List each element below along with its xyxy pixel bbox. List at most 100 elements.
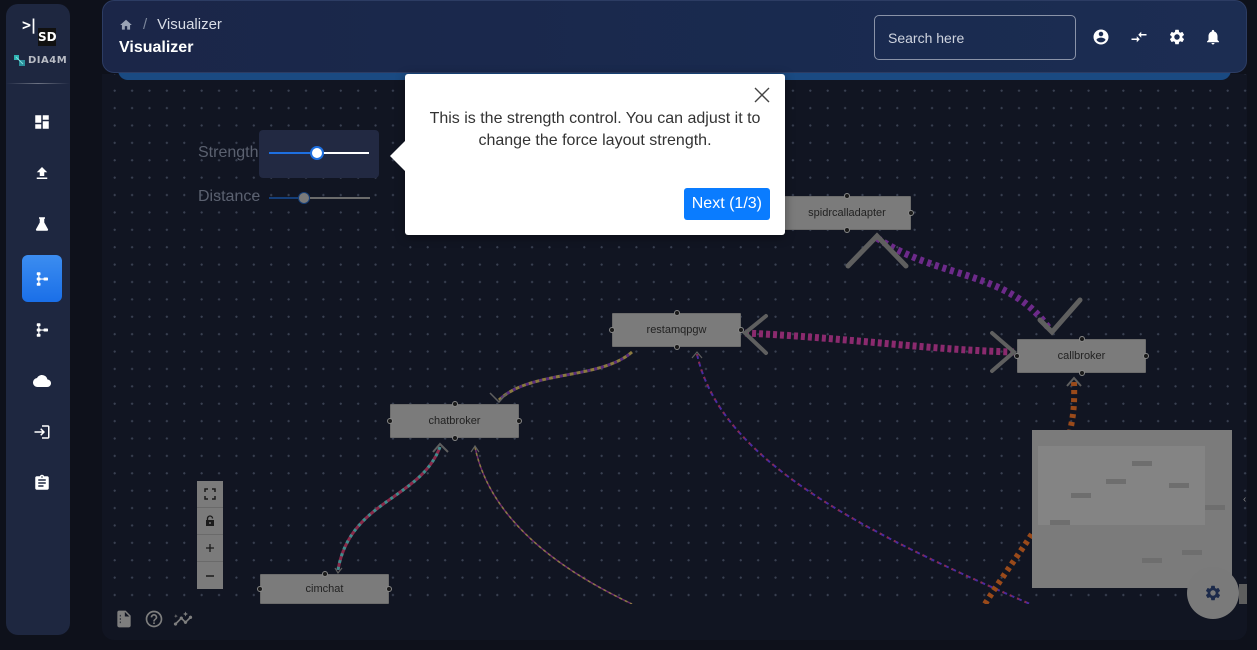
help-button[interactable] (144, 609, 164, 629)
minimap-node (1132, 461, 1152, 466)
zoom-in-icon (206, 544, 214, 552)
canvas-footer (102, 604, 1247, 640)
minimap[interactable] (1032, 430, 1232, 588)
graph-node-restamqpgw[interactable]: restamqpgw (609, 310, 744, 350)
sidebar-item-topology[interactable] (22, 306, 62, 353)
sidebar-toggle-icon[interactable]: >| (22, 16, 38, 34)
logo: >| SD DIA4M (6, 4, 70, 82)
lock-icon (206, 515, 214, 526)
fit-view-button[interactable] (197, 481, 223, 508)
node-handle-top[interactable] (844, 193, 850, 199)
sidebar-divider (6, 83, 70, 84)
node-handle-left[interactable] (609, 327, 615, 333)
minimap-node (1205, 505, 1225, 510)
sidebar-item-visualizer[interactable] (22, 255, 62, 302)
node-handle-right[interactable] (1143, 353, 1149, 359)
breadcrumb-current: Visualizer (157, 16, 222, 33)
document-button[interactable] (114, 609, 134, 629)
document-icon (117, 610, 131, 628)
node-handle-left[interactable] (257, 586, 263, 592)
node-handle-right[interactable] (386, 586, 392, 592)
sidebar-item-dashboard[interactable] (22, 98, 62, 145)
minimap-node (1169, 483, 1189, 488)
node-handle-top[interactable] (1079, 336, 1085, 342)
node-handle-bottom[interactable] (844, 227, 850, 233)
sidebar-item-clipboard[interactable] (22, 459, 62, 506)
node-label: spidrcalladapter (808, 207, 886, 219)
brand-mark-icon (14, 55, 25, 66)
graph-node-chatbroker[interactable]: chatbroker (387, 401, 522, 441)
tour-popover: This is the strength control. You can ad… (390, 74, 785, 235)
dashboard-icon (35, 114, 49, 129)
node-label: restamqpgw (646, 324, 707, 336)
sidebar-item-cloud[interactable] (22, 357, 62, 404)
distance-label: Distance (198, 188, 261, 205)
search-input[interactable] (874, 15, 1076, 60)
settings-icon (1205, 585, 1221, 601)
sidebar-item-upload[interactable] (22, 149, 62, 196)
tree-icon (36, 271, 48, 286)
sidebar: >| SD DIA4M (6, 4, 70, 635)
graph-node-callbroker[interactable]: callbroker (1014, 336, 1149, 376)
settings-button[interactable] (1167, 27, 1187, 47)
graph-node-spidrcalladapter[interactable]: spidrcalladapter (783, 193, 914, 233)
settings-icon (1169, 29, 1185, 45)
settings-fab[interactable] (1187, 567, 1239, 619)
strength-label: Strength (198, 144, 259, 161)
brand-name: DIA4M (28, 54, 68, 66)
fit-view-icon (204, 488, 216, 500)
breadcrumb-separator: / (143, 16, 148, 33)
zoom-in-button[interactable] (197, 535, 223, 562)
home-icon (120, 19, 132, 30)
node-label: chatbroker (428, 415, 481, 427)
node-handle-bottom[interactable] (1079, 370, 1085, 376)
sidebar-item-lab[interactable] (22, 200, 62, 247)
node-label: callbroker (1057, 350, 1106, 362)
node-handle-top[interactable] (322, 571, 328, 577)
tree-icon (36, 322, 48, 337)
strength-slider-thumb[interactable] (310, 146, 324, 160)
upload-icon (36, 166, 48, 179)
node-handle-top[interactable] (674, 310, 680, 316)
logo-mark: SD (38, 28, 57, 46)
clipboard-icon (35, 474, 49, 490)
strength-control (259, 130, 379, 178)
node-handle-left[interactable] (1014, 353, 1020, 359)
side-panel-chevron-icon[interactable]: ‹ (1243, 494, 1246, 505)
zoom-controls (197, 481, 223, 589)
node-handle-bottom[interactable] (452, 435, 458, 441)
popover-arrow (390, 141, 405, 171)
minimap-node (1071, 493, 1091, 498)
page-title: Visualizer (119, 39, 194, 56)
distance-control (269, 188, 370, 208)
insights-icon (173, 611, 193, 626)
compare-arrows-icon (1131, 31, 1147, 43)
node-handle-left[interactable] (387, 418, 393, 424)
sidebar-item-login[interactable] (22, 408, 62, 455)
node-handle-top[interactable] (452, 401, 458, 407)
side-panel-tab[interactable] (1239, 584, 1247, 604)
insights-button[interactable] (173, 609, 193, 629)
minimap-node (1182, 550, 1202, 555)
brand: DIA4M (14, 54, 67, 66)
notifications-icon (1207, 29, 1219, 45)
node-handle-right[interactable] (738, 327, 744, 333)
graph-node-cimchat[interactable]: cimchat (257, 571, 392, 604)
lock-button[interactable] (197, 508, 223, 535)
next-button[interactable]: Next (1/3) (683, 188, 770, 220)
node-handle-right[interactable] (516, 418, 522, 424)
zoom-out-button[interactable] (197, 562, 223, 589)
close-button[interactable] (753, 86, 771, 104)
minimap-node (1106, 479, 1126, 484)
distance-slider-thumb[interactable] (298, 192, 311, 204)
node-label: cimchat (305, 583, 344, 595)
account-button[interactable] (1091, 27, 1111, 47)
notifications-button[interactable] (1203, 27, 1223, 47)
breadcrumb-home[interactable] (119, 18, 133, 32)
login-icon (34, 424, 50, 439)
zoom-out-icon (206, 574, 214, 577)
node-handle-bottom[interactable] (674, 344, 680, 350)
node-handle-right[interactable] (908, 210, 914, 216)
compare-button[interactable] (1129, 27, 1149, 47)
header: / Visualizer Visualizer (102, 0, 1247, 73)
